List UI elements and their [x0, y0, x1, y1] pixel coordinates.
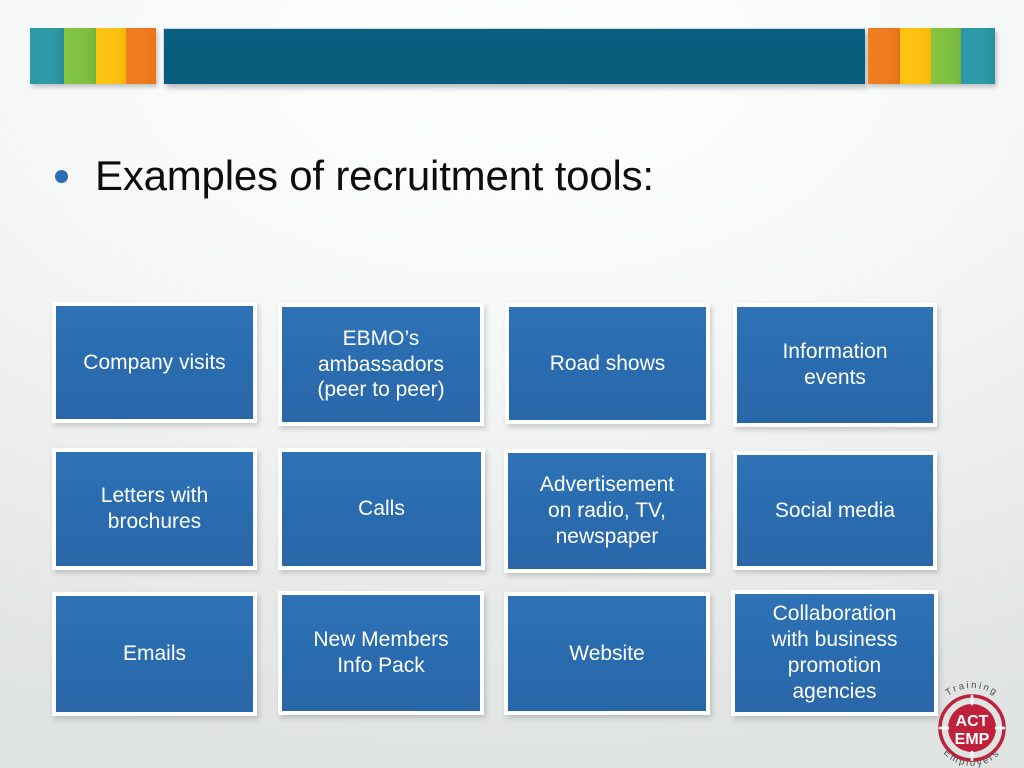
tool-box-road-shows: Road shows: [505, 303, 710, 424]
slide-title-row: Examples of recruitment tools:: [55, 145, 955, 207]
header-band: [0, 0, 1024, 110]
tool-box-information-events: Information events: [733, 303, 937, 427]
yellow-stripe-left: [96, 28, 126, 84]
tool-box-letters-with-brochures: Letters with brochures: [52, 448, 257, 570]
orange-stripe-left: [126, 28, 156, 84]
yellow-stripe-right: [900, 28, 931, 84]
logo-center-line1: ACT: [956, 713, 989, 730]
orange-stripe-right: [868, 28, 900, 84]
tool-box-advertisement: Advertisement on radio, TV, newspaper: [504, 449, 710, 573]
green-stripe-right: [931, 28, 961, 84]
tool-box-collaboration: Collaboration with business promotion ag…: [731, 590, 938, 716]
bullet-icon: [55, 169, 68, 183]
logo-center-line2: EMP: [955, 731, 990, 748]
teal-stripe-left: [30, 28, 64, 84]
tool-box-new-members-info-pack: New Members Info Pack: [278, 591, 484, 715]
tool-box-company-visits: Company visits: [52, 302, 257, 423]
tool-box-calls: Calls: [278, 448, 485, 570]
teal-stripe-right: [961, 28, 995, 84]
act-emp-logo: ACT EMP Training Employers: [922, 676, 1022, 768]
page-title: Examples of recruitment tools:: [95, 151, 654, 199]
green-stripe-left: [64, 28, 96, 84]
slide: Examples of recruitment tools: Company v…: [0, 0, 1024, 768]
tool-box-social-media: Social media: [733, 451, 937, 570]
tool-box-website: Website: [504, 592, 710, 715]
header-bar: [163, 28, 865, 84]
tool-box-ebmo-ambassadors: EBMO’s ambassadors (peer to peer): [278, 303, 484, 426]
tool-box-emails: Emails: [52, 592, 257, 716]
